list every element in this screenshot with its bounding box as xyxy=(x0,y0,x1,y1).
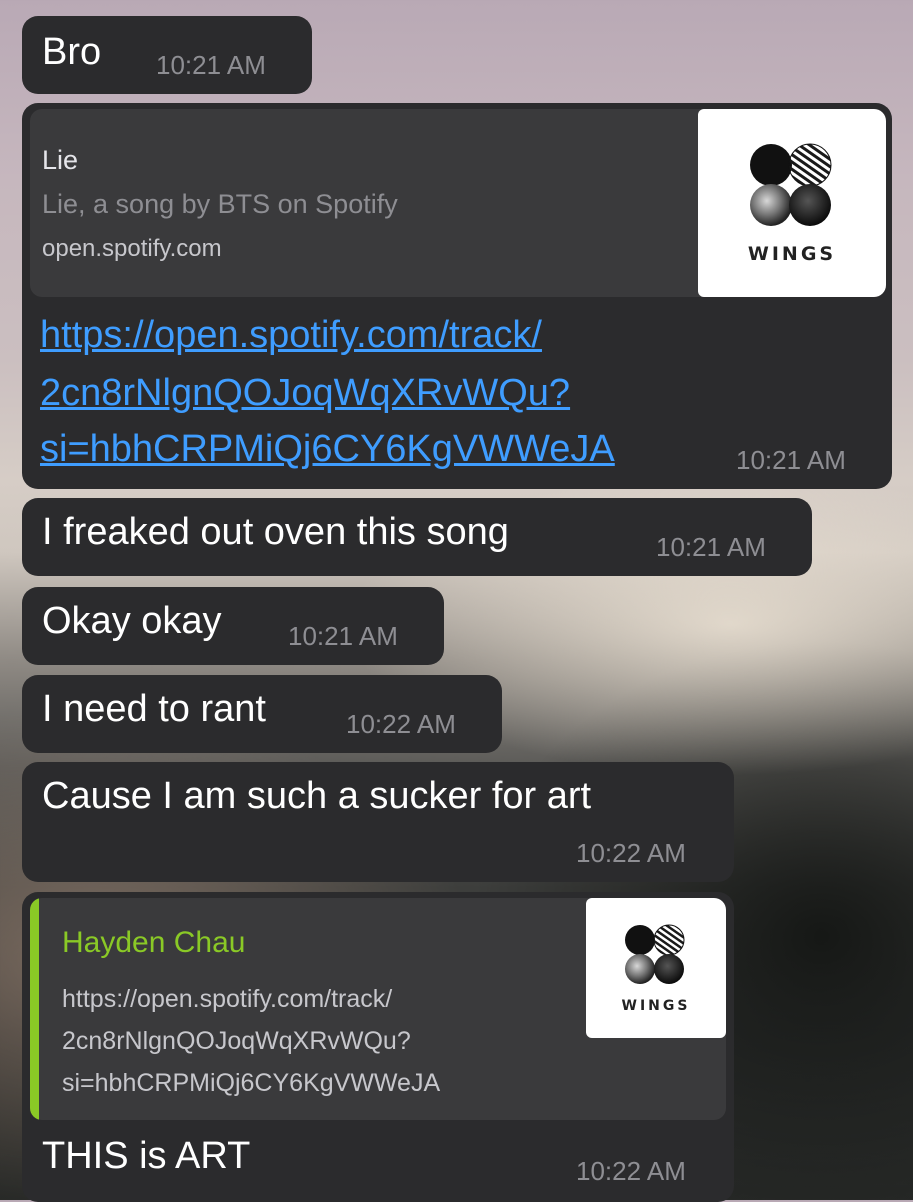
message-bubble-reply[interactable]: Hayden Chau https://open.spotify.com/tra… xyxy=(22,892,734,1202)
reply-accent-bar xyxy=(30,898,39,1120)
message-timestamp: 10:21 AM xyxy=(156,50,266,80)
reply-author: Hayden Chau xyxy=(62,926,246,959)
reply-text-line-1: https://open.spotify.com/track/ xyxy=(62,985,393,1013)
message-timestamp: 10:22 AM xyxy=(576,1156,686,1186)
message-bubble-sucker[interactable]: Cause I am such a sucker for art 10:22 A… xyxy=(22,762,734,882)
link-preview-description: Lie, a song by BTS on Spotify xyxy=(42,189,398,219)
message-bubble-okay[interactable]: Okay okay 10:21 AM xyxy=(22,587,444,665)
spotify-link-line-2[interactable]: 2cn8rNlgnQOJoqWqXRvWQu? xyxy=(40,367,570,419)
message-timestamp: 10:22 AM xyxy=(346,709,456,739)
link-preview-title: Lie xyxy=(42,145,79,175)
spotify-link-line-3[interactable]: si=hbhCRPMiQj6CY6KgVWWeJA xyxy=(40,423,615,475)
message-text: Cause I am such a sucker for art xyxy=(42,775,592,817)
reply-quote[interactable]: Hayden Chau https://open.spotify.com/tra… xyxy=(30,898,726,1120)
message-text: THIS is ART xyxy=(42,1135,251,1177)
link-preview-card[interactable]: Lie Lie, a song by BTS on Spotify open.s… xyxy=(30,109,886,297)
reply-album-art-thumbnail: WINGS xyxy=(586,898,726,1038)
thumbnail-caption: WINGS xyxy=(621,998,691,1014)
message-bubble-rant[interactable]: I need to rant 10:22 AM xyxy=(22,675,502,753)
chat-screen: { "messages": { "bro": { "text": "Bro", … xyxy=(0,0,913,1202)
message-timestamp: 10:21 AM xyxy=(656,532,766,562)
message-bubble-freaked[interactable]: I freaked out oven this song 10:21 AM xyxy=(22,498,812,576)
wings-logo-icon xyxy=(625,924,685,984)
message-text: I need to rant xyxy=(42,688,266,730)
spotify-link-line-1[interactable]: https://open.spotify.com/track/ xyxy=(40,309,542,361)
message-bubble-link[interactable]: Lie Lie, a song by BTS on Spotify open.s… xyxy=(22,103,892,489)
message-bubble-bro[interactable]: Bro 10:21 AM xyxy=(22,16,312,94)
reply-text-line-2: 2cn8rNlgnQOJoqWqXRvWQu? xyxy=(62,1027,411,1055)
link-preview-domain: open.spotify.com xyxy=(42,235,222,262)
message-text: Okay okay xyxy=(42,600,222,642)
reply-text-line-3: si=hbhCRPMiQj6CY6KgVWWeJA xyxy=(62,1069,441,1097)
message-text: I freaked out oven this song xyxy=(42,511,509,553)
wings-logo-icon xyxy=(750,143,832,226)
message-text: Bro xyxy=(42,31,102,73)
message-timestamp: 10:21 AM xyxy=(736,445,846,475)
message-timestamp: 10:22 AM xyxy=(576,838,686,868)
album-art-thumbnail: WINGS xyxy=(698,109,886,297)
message-timestamp: 10:21 AM xyxy=(288,621,398,651)
thumbnail-caption: WINGS xyxy=(747,243,837,265)
